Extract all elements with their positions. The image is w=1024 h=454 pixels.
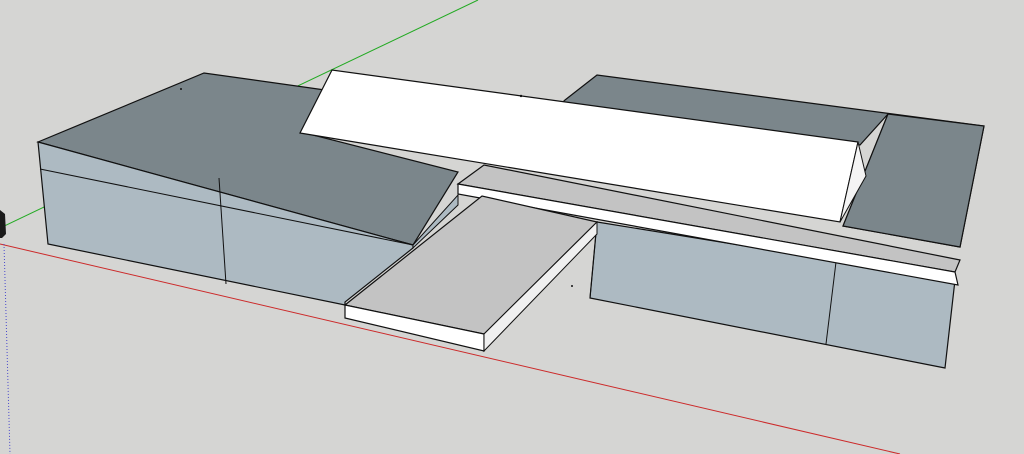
vertex-marker [180,88,182,90]
vertex-marker [571,285,573,287]
3d-scene[interactable] [0,0,1024,454]
vertex-marker [519,94,523,98]
modeling-viewport[interactable] [0,0,1024,454]
